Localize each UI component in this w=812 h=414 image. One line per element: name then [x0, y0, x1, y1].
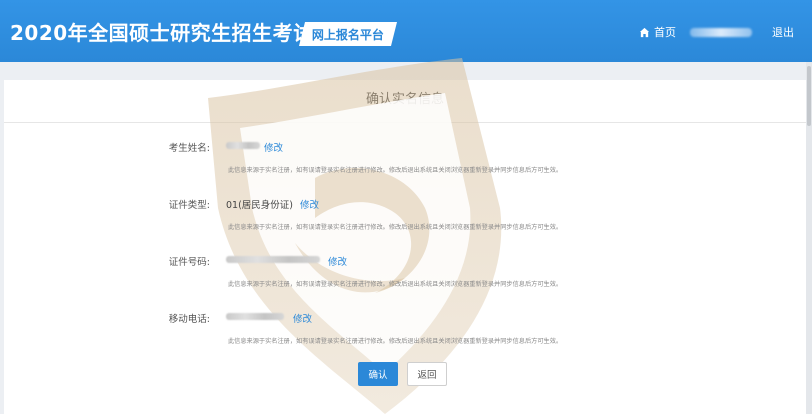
platform-badge-label: 网上报名平台: [311, 27, 384, 42]
mobile-label: 移动电话:: [168, 314, 210, 325]
name-label: 考生姓名:: [168, 143, 210, 154]
id-type-label: 证件类型:: [168, 200, 210, 211]
exam-title: 2020年全国硕士研究生招生考试: [10, 21, 314, 45]
edit-name-link[interactable]: 修改: [264, 140, 283, 154]
edit-mobile-link[interactable]: 修改: [293, 311, 312, 325]
name-value-redacted: [226, 142, 260, 149]
scrollbar-thumb[interactable]: [807, 66, 811, 126]
confirm-info-card: 确认实名信息: [4, 80, 806, 414]
edit-id-type-link[interactable]: 修改: [300, 197, 319, 211]
card-divider: [4, 122, 806, 123]
top-header: 2020年全国硕士研究生招生考试 网上报名平台 首页 退出: [0, 0, 812, 62]
id-number-note: 此信息来源于实名注册，如有误请登录实名注册进行修改。修改后退出系统且关闭浏览器重…: [228, 281, 563, 288]
logout-link[interactable]: 退出: [772, 24, 794, 40]
id-type-note: 此信息来源于实名注册，如有误请登录实名注册进行修改。修改后退出系统且关闭浏览器重…: [228, 224, 563, 231]
mobile-value-redacted: [226, 313, 284, 320]
back-button[interactable]: 返回: [407, 362, 447, 386]
platform-badge: 网上报名平台: [299, 22, 397, 46]
page-scrollbar[interactable]: [806, 62, 812, 414]
card-title: 确认实名信息: [365, 92, 444, 107]
id-number-value-redacted: [226, 256, 320, 263]
mobile-note: 此信息来源于实名注册，如有误请登录实名注册进行修改。修改后退出系统且关闭浏览器重…: [228, 338, 563, 345]
name-note: 此信息来源于实名注册，如有误请登录实名注册进行修改。修改后退出系统且关闭浏览器重…: [228, 167, 563, 174]
home-link[interactable]: 首页: [639, 24, 676, 40]
edit-id-number-link[interactable]: 修改: [328, 254, 347, 268]
home-icon: [639, 27, 650, 37]
id-type-value: 01(居民身份证): [226, 200, 294, 211]
id-number-label: 证件号码:: [168, 257, 210, 268]
confirm-button[interactable]: 确认: [358, 362, 398, 386]
home-label: 首页: [654, 26, 676, 39]
username-redacted: [690, 28, 752, 37]
